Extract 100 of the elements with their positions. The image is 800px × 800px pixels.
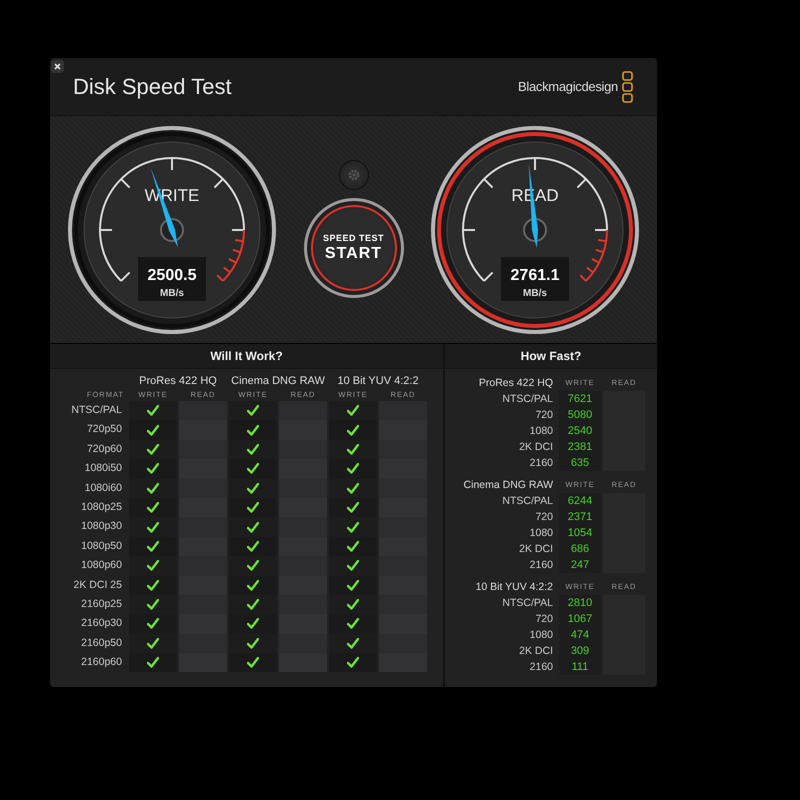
check-icon — [347, 502, 359, 514]
format-label: 1080 — [528, 526, 554, 541]
check-icon — [347, 560, 359, 572]
format-label: 2K DCI — [518, 542, 554, 557]
format-label: 2160p50 — [80, 636, 123, 651]
codec-name: Cinema DNG RAW — [230, 375, 326, 389]
format-label: NTSC/PAL — [501, 494, 554, 509]
format-label: 2K DCI — [518, 644, 554, 659]
check-icon — [347, 405, 359, 416]
check-icon — [247, 444, 259, 455]
check-icon — [247, 502, 259, 514]
check-icon — [147, 560, 159, 572]
format-label: 1080p30 — [80, 519, 123, 534]
speed-value: 6244 — [559, 493, 601, 509]
check-icon — [247, 405, 259, 416]
check-icon — [347, 444, 359, 455]
speed-value: 2381 — [559, 439, 601, 455]
check-icon — [247, 638, 259, 649]
format-label: 2160 — [528, 456, 554, 471]
format-label: NTSC/PAL — [501, 392, 554, 407]
close-icon — [54, 63, 61, 70]
window-title: Disk Speed Test — [73, 74, 232, 100]
speed-value: 474 — [559, 627, 601, 643]
speed-value: 635 — [559, 455, 601, 471]
start-button[interactable]: SPEED TEST START — [304, 198, 404, 298]
format-label: 1080i50 — [84, 461, 123, 476]
check-icon — [347, 657, 359, 668]
check-icon — [147, 657, 159, 668]
check-icon — [147, 444, 159, 455]
codec-name: Cinema DNG RAW — [462, 478, 554, 493]
codec-name: 10 Bit YUV 4:2:2 — [336, 375, 420, 389]
section-header: How Fast? — [445, 344, 657, 369]
check-icon — [147, 463, 159, 474]
speed-value: 686 — [559, 541, 601, 557]
check-icon — [247, 560, 259, 572]
check-icon — [147, 540, 159, 552]
speed-value: 1054 — [559, 525, 601, 541]
check-icon — [147, 522, 159, 533]
check-icon — [247, 463, 259, 474]
format-label: 2K DCI 25 — [72, 578, 123, 593]
format-label: 1080p60 — [80, 558, 123, 574]
check-icon — [347, 580, 359, 591]
check-icon — [147, 599, 159, 610]
format-label: 1080p25 — [80, 500, 123, 515]
settings-button[interactable] — [338, 160, 368, 190]
check-icon — [147, 618, 159, 630]
check-icon — [347, 463, 359, 474]
format-label: 720 — [534, 408, 554, 423]
speed-unit: MB/s — [523, 288, 547, 298]
format-label: 720p60 — [86, 442, 123, 457]
speed-value: 247 — [559, 557, 601, 573]
check-icon — [347, 540, 359, 552]
check-icon — [347, 482, 359, 494]
check-icon — [347, 638, 359, 649]
codec-name: ProRes 422 HQ — [138, 375, 218, 389]
close-button[interactable] — [51, 60, 64, 73]
redline-scale — [579, 228, 608, 282]
speed-value: 5080 — [559, 407, 601, 423]
logo-icon — [622, 70, 633, 102]
format-label: 1080p50 — [80, 538, 123, 554]
format-label: 2160p25 — [80, 596, 123, 612]
check-icon — [147, 405, 159, 416]
check-icon — [347, 424, 359, 436]
speed-unit: MB/s — [160, 288, 184, 298]
check-icon — [347, 599, 359, 610]
brand-name: Blackmagicdesign — [518, 79, 618, 94]
check-icon — [247, 540, 259, 552]
check-icon — [247, 599, 259, 610]
speed-value: 2371 — [559, 509, 601, 525]
codec-name: ProRes 422 HQ — [478, 376, 554, 391]
check-icon — [147, 424, 159, 436]
check-icon — [147, 502, 159, 514]
check-icon — [147, 580, 159, 591]
speed-value: 2761.1 — [510, 266, 560, 284]
check-icon — [147, 638, 159, 649]
speed-value: 2810 — [559, 595, 601, 611]
codec-name: 10 Bit YUV 4:2:2 — [474, 580, 554, 595]
check-icon — [147, 482, 159, 494]
check-icon — [247, 424, 259, 436]
format-label: 720 — [534, 510, 554, 525]
check-icon — [247, 482, 259, 494]
settings-icon — [346, 168, 360, 182]
format-label: 2160p30 — [80, 616, 123, 632]
format-label: 1080 — [528, 424, 554, 439]
format-label: 2K DCI — [518, 440, 554, 455]
check-icon — [347, 522, 359, 533]
speed-value: 2540 — [559, 423, 601, 439]
speed-value: 7621 — [559, 391, 601, 407]
format-label: 1080i60 — [84, 480, 123, 496]
format-label: 2160 — [528, 558, 554, 573]
redline-scale — [216, 228, 245, 282]
format-label: NTSC/PAL — [501, 596, 554, 611]
speed-value: 111 — [559, 659, 601, 675]
check-icon — [247, 618, 259, 630]
format-label: 720p50 — [86, 422, 123, 438]
check-icon — [247, 522, 259, 533]
format-label: 720 — [534, 612, 554, 627]
format-label: 2160p60 — [80, 655, 123, 670]
speed-value: 2500.5 — [148, 266, 196, 284]
format-label: 2160 — [528, 660, 554, 675]
